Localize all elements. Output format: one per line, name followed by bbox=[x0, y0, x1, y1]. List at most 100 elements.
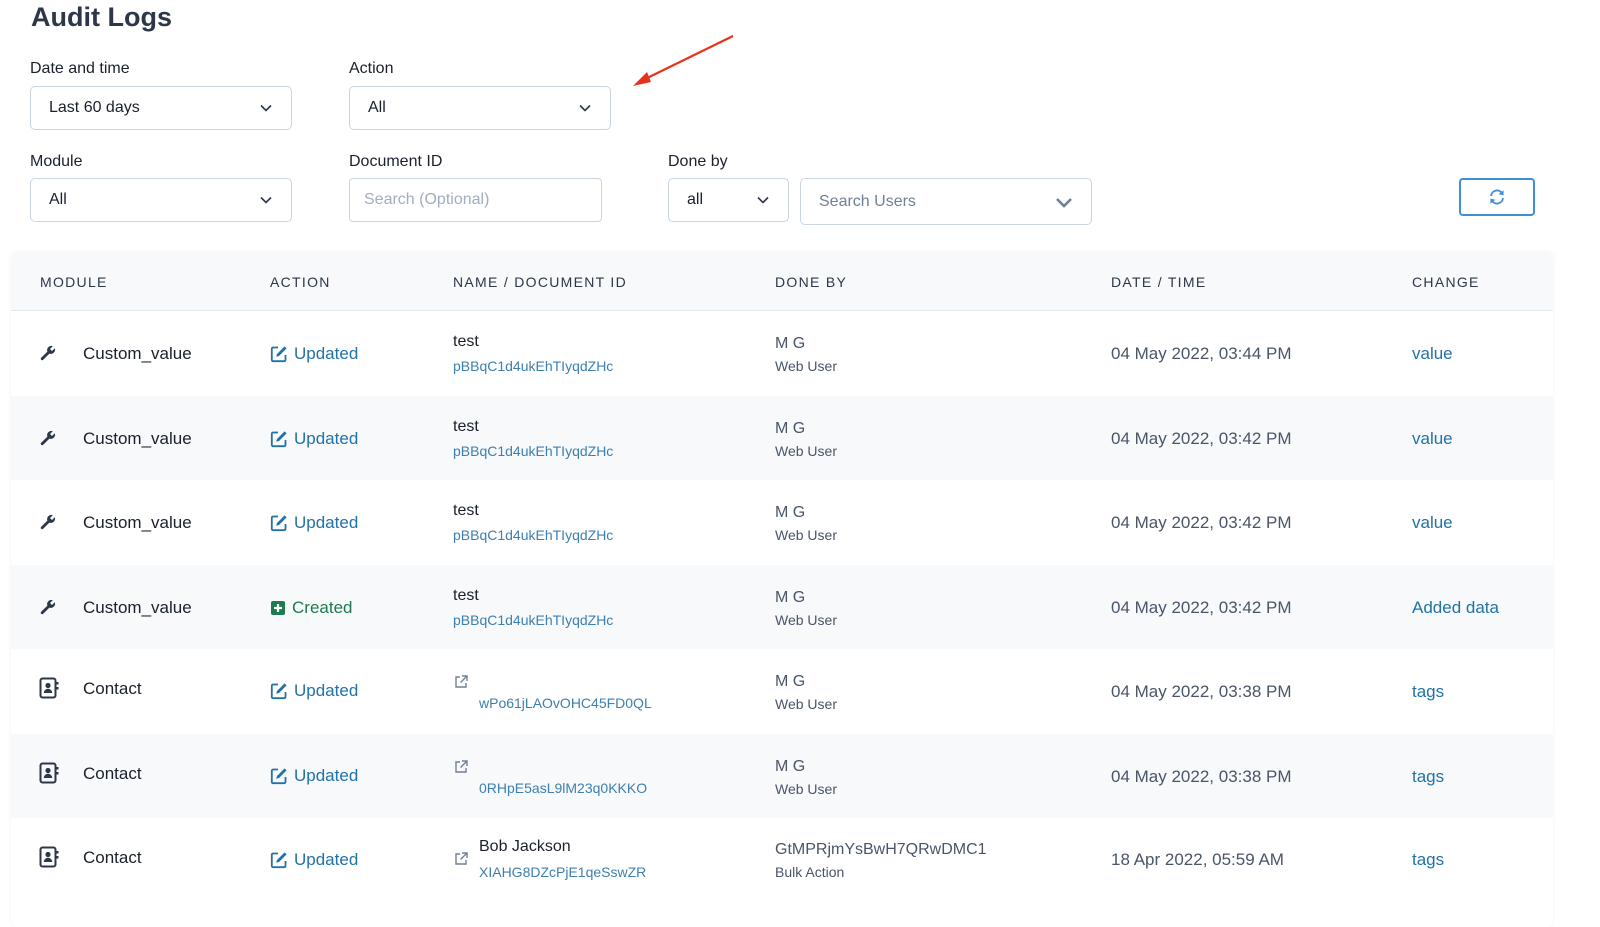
document-id-link[interactable]: pBBqC1d4ukEhTIyqdZHc bbox=[453, 358, 613, 374]
document-id-label: Document ID bbox=[349, 153, 443, 170]
action-label: Updated bbox=[294, 344, 359, 363]
edit-icon bbox=[270, 767, 287, 784]
table-row[interactable]: Custom_value Updated test pBBqC1d4ukEhTI… bbox=[11, 395, 1553, 480]
annotation-arrow bbox=[633, 35, 734, 86]
document-name: test bbox=[453, 586, 479, 604]
done-by-name: M G bbox=[775, 673, 806, 690]
document-id-input[interactable] bbox=[349, 178, 602, 222]
change-link[interactable]: value bbox=[1412, 344, 1453, 364]
column-header-change[interactable]: CHANGE bbox=[1412, 274, 1480, 290]
module-filter-label: Module bbox=[30, 153, 83, 170]
document-id-link[interactable]: pBBqC1d4ukEhTIyqdZHc bbox=[453, 443, 613, 459]
change-link[interactable]: Added data bbox=[1412, 598, 1499, 618]
table-row[interactable]: Custom_value Updated test pBBqC1d4ukEhTI… bbox=[11, 480, 1553, 565]
edit-icon bbox=[270, 515, 287, 532]
chevron-down-icon bbox=[579, 104, 591, 112]
date-filter-label: Date and time bbox=[30, 60, 130, 77]
change-link[interactable]: value bbox=[1412, 513, 1453, 533]
action-created: Created bbox=[270, 598, 352, 618]
module-name: Custom_value bbox=[83, 513, 192, 532]
log-datetime: 18 Apr 2022, 05:59 AM bbox=[1111, 850, 1284, 869]
action-label: Updated bbox=[294, 681, 359, 700]
module-name: Custom_value bbox=[83, 344, 192, 363]
module-filter-value: All bbox=[49, 191, 67, 208]
external-link-icon[interactable] bbox=[453, 674, 469, 690]
done-by-value: all bbox=[687, 191, 704, 208]
module-name: Custom_value bbox=[83, 428, 192, 448]
column-header-action[interactable]: ACTION bbox=[270, 274, 331, 290]
page-title: Audit Logs bbox=[31, 2, 172, 32]
chevron-down-icon bbox=[260, 104, 272, 112]
plus-square-icon bbox=[271, 600, 285, 615]
action-label: Updated bbox=[294, 428, 359, 448]
column-header-date[interactable]: DATE / TIME bbox=[1111, 274, 1206, 290]
change-link[interactable]: tags bbox=[1412, 850, 1444, 870]
done-by-name: M G bbox=[775, 757, 806, 775]
log-datetime: 04 May 2022, 03:38 PM bbox=[1111, 766, 1292, 786]
table-row[interactable]: Contact Updated wPo61jLAOvOHC45FD0QL M G… bbox=[11, 649, 1553, 734]
done-by-type: Web User bbox=[775, 780, 837, 797]
change-link[interactable]: tags bbox=[1412, 682, 1444, 702]
wrench-icon bbox=[40, 599, 56, 614]
action-label: Updated bbox=[294, 850, 359, 869]
action-updated: Updated bbox=[270, 344, 358, 364]
done-by-name: GtMPRjmYsBwH7QRwDMC1 bbox=[775, 841, 987, 858]
change-link[interactable]: tags bbox=[1412, 767, 1444, 787]
document-id-link[interactable]: pBBqC1d4ukEhTIyqdZHc bbox=[453, 527, 613, 543]
edit-icon bbox=[270, 852, 287, 869]
action-label: Created bbox=[292, 597, 353, 617]
column-header-done-by[interactable]: DONE BY bbox=[775, 274, 847, 290]
edit-icon bbox=[270, 683, 287, 700]
module-filter-select[interactable]: All bbox=[30, 178, 292, 222]
document-name: test bbox=[453, 417, 479, 435]
done-by-type: Web User bbox=[775, 442, 837, 459]
log-datetime: 04 May 2022, 03:38 PM bbox=[1111, 682, 1292, 701]
module-name: Contact bbox=[83, 679, 142, 698]
done-by-type: Web User bbox=[775, 527, 837, 543]
external-link-icon[interactable] bbox=[453, 759, 469, 775]
done-by-name: M G bbox=[775, 335, 806, 352]
action-updated: Updated bbox=[270, 681, 358, 701]
wrench-icon bbox=[40, 514, 56, 530]
search-users-select[interactable]: Search Users bbox=[800, 178, 1092, 225]
date-filter-select[interactable]: Last 60 days bbox=[30, 86, 292, 130]
refresh-button[interactable] bbox=[1459, 178, 1535, 216]
action-label: Updated bbox=[294, 765, 359, 785]
contact-book-icon bbox=[39, 762, 59, 783]
column-header-name[interactable]: NAME / DOCUMENT ID bbox=[453, 274, 627, 290]
refresh-icon bbox=[1490, 189, 1504, 205]
log-datetime: 04 May 2022, 03:42 PM bbox=[1111, 428, 1292, 448]
document-id-link[interactable]: pBBqC1d4ukEhTIyqdZHc bbox=[453, 612, 613, 628]
module-name: Contact bbox=[83, 763, 142, 783]
scroll-fade bbox=[11, 887, 1553, 927]
table-row[interactable]: Custom_value Updated test pBBqC1d4ukEhTI… bbox=[11, 311, 1553, 396]
document-id-link[interactable]: 0RHpE5asL9lM23q0KKKO bbox=[479, 780, 647, 796]
table-row[interactable]: Contact Updated 0RHpE5asL9lM23q0KKKO M G… bbox=[11, 733, 1553, 818]
edit-icon bbox=[270, 430, 287, 447]
done-by-label: Done by bbox=[668, 153, 728, 170]
done-by-type: Web User bbox=[775, 696, 837, 712]
date-filter-value: Last 60 days bbox=[49, 99, 140, 116]
done-by-select[interactable]: all bbox=[668, 178, 789, 222]
column-header-module[interactable]: MODULE bbox=[40, 274, 108, 290]
done-by-name: M G bbox=[775, 588, 806, 606]
done-by-type: Bulk Action bbox=[775, 864, 845, 880]
change-link[interactable]: value bbox=[1412, 429, 1453, 449]
action-filter-value: All bbox=[368, 99, 386, 116]
action-filter-label: Action bbox=[349, 60, 394, 77]
wrench-icon bbox=[40, 430, 56, 445]
table-row[interactable]: Custom_value Created test pBBqC1d4ukEhTI… bbox=[11, 564, 1553, 649]
log-datetime: 04 May 2022, 03:42 PM bbox=[1111, 513, 1292, 532]
chevron-down-icon bbox=[260, 196, 272, 204]
action-filter-select[interactable]: All bbox=[349, 86, 611, 130]
edit-icon bbox=[270, 346, 287, 363]
wrench-icon bbox=[40, 345, 56, 361]
module-name: Contact bbox=[83, 848, 142, 867]
document-name: test bbox=[453, 333, 479, 350]
document-id-link[interactable]: XIAHG8DZcPjE1qeSswZR bbox=[479, 864, 646, 880]
contact-book-icon bbox=[39, 846, 59, 868]
action-updated: Updated bbox=[270, 766, 358, 786]
done-by-type: Web User bbox=[775, 358, 837, 374]
external-link-icon[interactable] bbox=[453, 851, 469, 867]
document-id-link[interactable]: wPo61jLAOvOHC45FD0QL bbox=[479, 695, 652, 711]
